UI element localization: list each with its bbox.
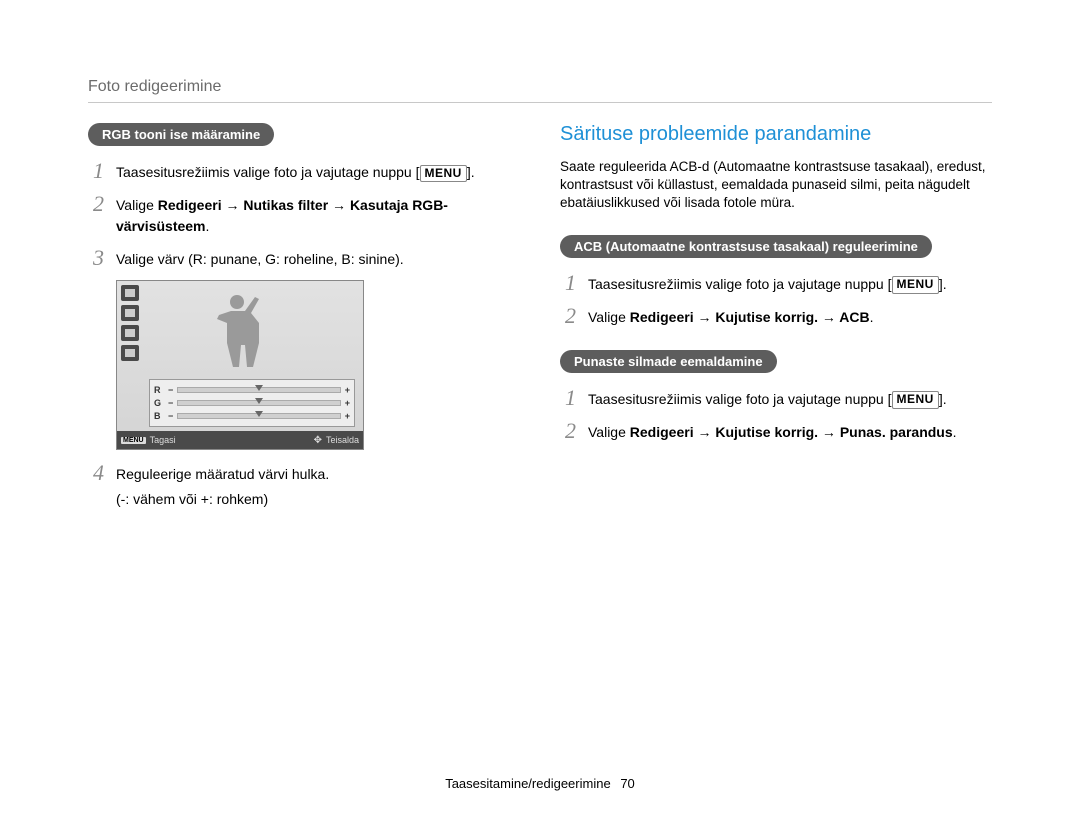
camera-footer-back: Tagasi (150, 435, 176, 445)
slider-plus: + (345, 385, 350, 395)
step-text: Valige värv (R: punane, G: roheline, B: … (116, 251, 404, 267)
step-body: Valige Redigeeri → Nutikas filter → Kasu… (116, 193, 520, 237)
pill-acb: ACB (Automaatne kontrastsuse tasakaal) r… (560, 235, 932, 258)
step-text-bold: Redigeeri → Kujutise korrig. → ACB (630, 309, 870, 325)
menu-button-label: MENU (892, 276, 939, 294)
slider-r: R − + (154, 383, 350, 396)
slider-minus: − (168, 398, 173, 408)
step-text-post: . (953, 424, 957, 440)
camera-side-icons (121, 285, 139, 361)
red-step-1: 1 Taasesitusrežiimis valige foto ja vaju… (560, 387, 992, 410)
step-text-bold: Redigeeri → Kujutise korrig. → Punas. pa… (630, 424, 953, 440)
step-text: Taasesitusrežiimis valige foto ja vajuta… (116, 164, 412, 180)
camera-footer-menu-btn: MENU (121, 437, 146, 444)
step-text-post: . (943, 276, 947, 292)
slider-track (177, 400, 340, 406)
step-body: Valige värv (R: punane, G: roheline, B: … (116, 247, 520, 270)
step-number: 1 (560, 387, 576, 409)
step-body: Taasesitusrežiimis valige foto ja vajuta… (116, 160, 520, 183)
camera-footer-move-label: Teisalda (326, 435, 359, 445)
cam-icon-1 (121, 285, 139, 301)
left-step-4: 4 Reguleerige määratud värvi hulka. (-: … (88, 462, 520, 510)
rgb-panel: R − + G − + B − + (149, 379, 355, 427)
step-number: 3 (88, 247, 104, 269)
slider-g: G − + (154, 396, 350, 409)
section-intro: Saate reguleerida ACB-d (Automaatne kont… (560, 158, 992, 213)
step-number: 4 (88, 462, 104, 484)
step-text-post: . (943, 391, 947, 407)
step-subtext: (-: vähem või +: rohkem) (116, 489, 520, 510)
cam-icon-2 (121, 305, 139, 321)
slider-minus: − (168, 411, 173, 421)
red-step-2: 2 Valige Redigeeri → Kujutise korrig. → … (560, 420, 992, 443)
step-number: 1 (88, 160, 104, 182)
pill-rgb: RGB tooni ise määramine (88, 123, 274, 146)
right-column: Särituse probleemide parandamine Saate r… (560, 123, 992, 520)
section-title: Särituse probleemide parandamine (560, 123, 992, 146)
slider-plus: + (345, 411, 350, 421)
step-number: 2 (88, 193, 104, 215)
slider-plus: + (345, 398, 350, 408)
camera-ui-preview: R − + G − + B − + (116, 280, 364, 450)
camera-footer: MENU Tagasi Teisalda (117, 431, 363, 449)
step-text: Taasesitusrežiimis valige foto ja vajuta… (588, 276, 884, 292)
acb-step-1: 1 Taasesitusrežiimis valige foto ja vaju… (560, 272, 992, 295)
left-step-2: 2 Valige Redigeeri → Nutikas filter → Ka… (88, 193, 520, 237)
slider-track (177, 413, 340, 419)
step-body: Valige Redigeeri → Kujutise korrig. → AC… (588, 305, 992, 328)
step-body: Taasesitusrežiimis valige foto ja vajuta… (588, 272, 992, 295)
footer-section: Taasesitamine/redigeerimine (445, 776, 610, 791)
slider-track (177, 387, 340, 393)
menu-button-label: MENU (420, 165, 467, 183)
step-body: Taasesitusrežiimis valige foto ja vajuta… (588, 387, 992, 410)
slider-label: R (154, 385, 164, 395)
step-text-post: . (206, 218, 210, 234)
step-text: Valige (116, 197, 158, 213)
left-step-1: 1 Taasesitusrežiimis valige foto ja vaju… (88, 160, 520, 183)
step-number: 1 (560, 272, 576, 294)
step-text: Reguleerige määratud värvi hulka. (116, 466, 329, 482)
step-text-post: . (471, 164, 475, 180)
camera-footer-move: Teisalda (314, 435, 359, 446)
footer-page-number: 70 (620, 776, 634, 791)
cam-icon-4 (121, 345, 139, 361)
cam-icon-3 (121, 325, 139, 341)
slider-minus: − (168, 385, 173, 395)
step-number: 2 (560, 420, 576, 442)
silhouette-image (195, 287, 285, 379)
step-text: Taasesitusrežiimis valige foto ja vajuta… (588, 391, 884, 407)
step-text: Valige (588, 424, 630, 440)
slider-label: B (154, 411, 164, 421)
slider-label: G (154, 398, 164, 408)
left-step-3: 3 Valige värv (R: punane, G: roheline, B… (88, 247, 520, 270)
step-text-bold: Redigeeri → Nutikas filter → Kasutaja RG… (116, 197, 448, 234)
step-number: 2 (560, 305, 576, 327)
menu-button-label: MENU (892, 391, 939, 409)
pill-redeye: Punaste silmade eemaldamine (560, 350, 777, 373)
step-text-post: . (870, 309, 874, 325)
step-body: Valige Redigeeri → Kujutise korrig. → Pu… (588, 420, 992, 443)
slider-b: B − + (154, 409, 350, 422)
page-title: Foto redigeerimine (88, 78, 992, 103)
acb-step-2: 2 Valige Redigeeri → Kujutise korrig. → … (560, 305, 992, 328)
left-column: RGB tooni ise määramine 1 Taasesitusreži… (88, 123, 520, 520)
step-body: Reguleerige määratud värvi hulka. (-: vä… (116, 462, 520, 510)
page-footer: Taasesitamine/redigeerimine 70 (0, 776, 1080, 791)
step-text: Valige (588, 309, 630, 325)
